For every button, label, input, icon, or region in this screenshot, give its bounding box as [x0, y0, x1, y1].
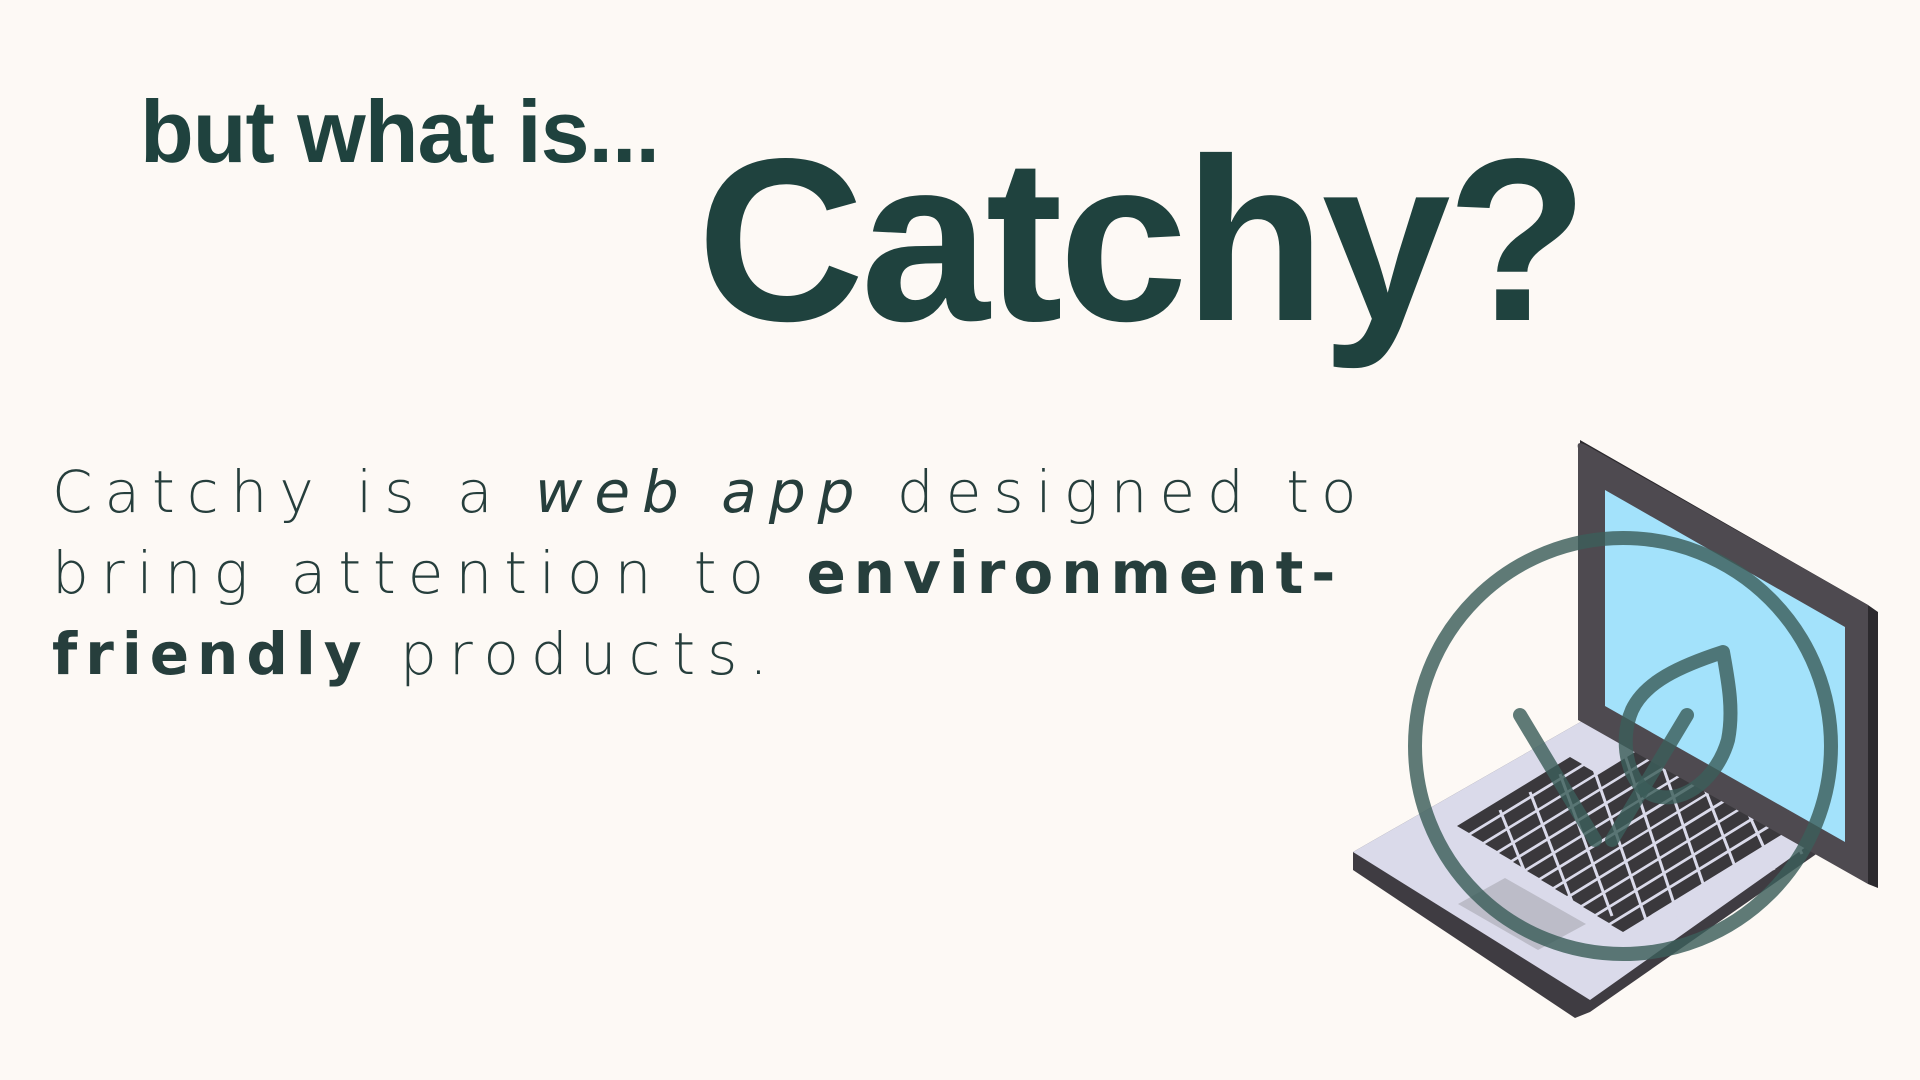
kicker-text: but what is... [140, 82, 660, 181]
laptop-illustration [1353, 440, 1878, 1018]
laptop-icon [1353, 440, 1878, 1018]
slide: but what is... Catchy? Catchy is a web a… [0, 0, 1920, 1080]
description-emphasis: web app [534, 458, 867, 526]
description-part-3: products. [369, 620, 780, 688]
description-part-1: Catchy is a [52, 458, 535, 526]
headline: Catchy? [697, 111, 1588, 370]
